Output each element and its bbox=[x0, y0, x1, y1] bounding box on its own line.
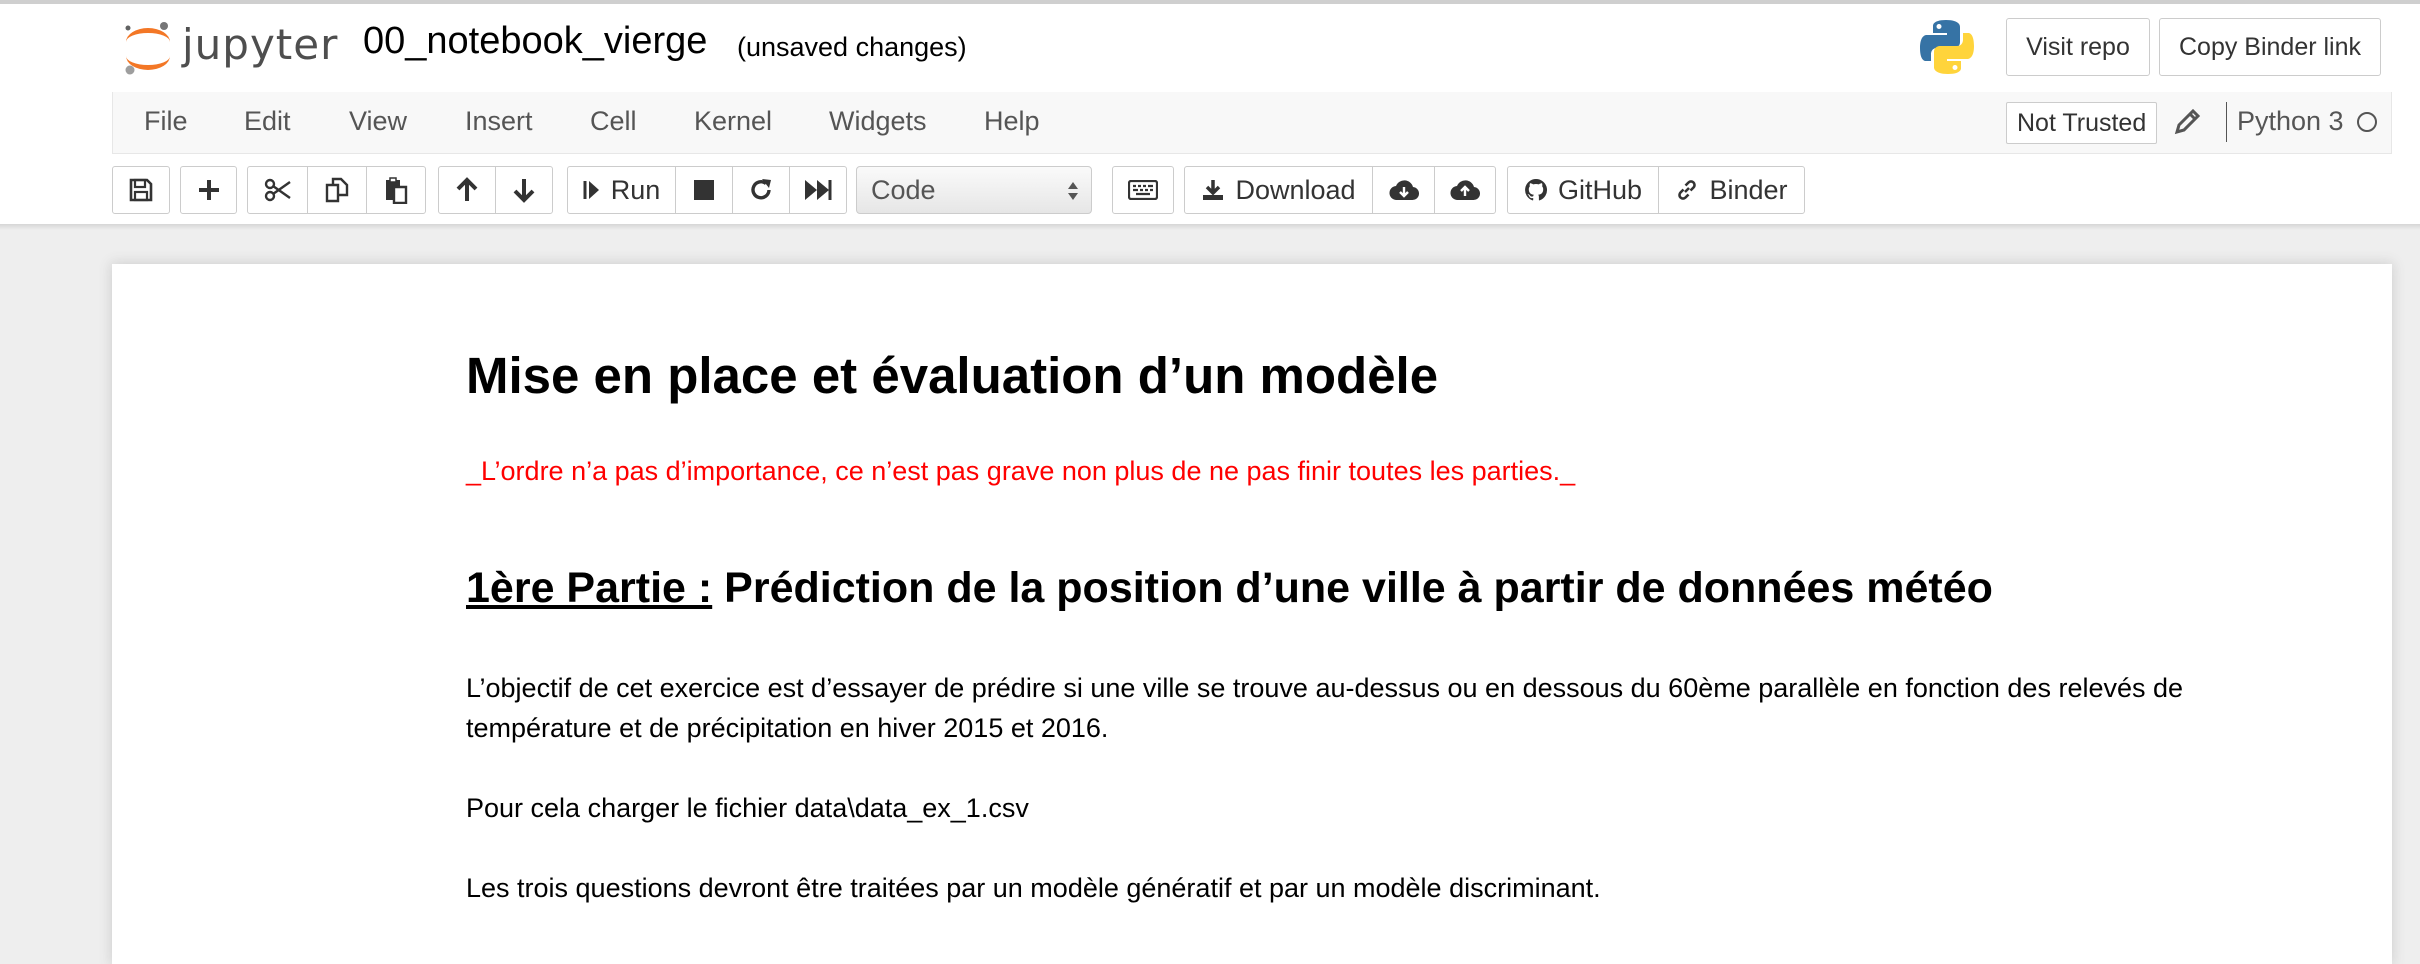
download-from-cloud-button[interactable] bbox=[1372, 166, 1435, 214]
part-1-label: 1ère Partie : bbox=[466, 564, 713, 612]
notebook-title-heading: Mise en place et évaluation d’un modèle bbox=[466, 347, 1439, 404]
models-paragraph: Les trois questions devront être traitée… bbox=[466, 873, 1601, 903]
toolbar-clipboard-group bbox=[247, 166, 426, 214]
menu-file[interactable]: File bbox=[144, 106, 188, 137]
run-button[interactable]: Run bbox=[567, 166, 676, 214]
cloud-upload-icon bbox=[1450, 180, 1480, 201]
jupyter-logo[interactable]: jupyter bbox=[120, 18, 340, 78]
github-icon bbox=[1525, 178, 1547, 201]
paste-button[interactable] bbox=[366, 166, 426, 214]
cut-button[interactable] bbox=[247, 166, 308, 214]
toolbar-links-group: GitHub Binder bbox=[1507, 166, 1805, 214]
upload-to-cloud-button[interactable] bbox=[1434, 166, 1496, 214]
visit-repo-button[interactable]: Visit repo bbox=[2006, 18, 2150, 76]
jupyter-logo-icon bbox=[125, 22, 170, 75]
binder-button[interactable]: Binder bbox=[1658, 166, 1805, 214]
kernel-name[interactable]: Python 3 bbox=[2237, 106, 2344, 137]
notebook-page[interactable]: Mise en place et évaluation d’un modèle … bbox=[112, 264, 2392, 964]
data-file-paragraph: Pour cela charger le fichier data\data_e… bbox=[466, 793, 1029, 823]
copy-icon bbox=[325, 177, 349, 203]
github-button-label: GitHub bbox=[1557, 174, 1643, 205]
menu-widgets[interactable]: Widgets bbox=[829, 106, 927, 137]
notebook-note: _L’ordre n’a pas d’importance, ce n’est … bbox=[466, 456, 1576, 486]
command-palette-button[interactable] bbox=[1112, 166, 1174, 214]
toolbar-move-group bbox=[438, 166, 553, 214]
menubar: File Edit View Insert Cell Kernel Widget… bbox=[112, 92, 2392, 154]
menu-insert[interactable]: Insert bbox=[465, 106, 533, 137]
notebook-header: jupyter 00_notebook_vierge (unsaved chan… bbox=[0, 0, 2420, 92]
github-button[interactable]: GitHub bbox=[1507, 166, 1659, 214]
jupyter-logo-text: jupyter bbox=[182, 20, 339, 69]
cell-type-value: Code bbox=[871, 175, 936, 205]
menu-help[interactable]: Help bbox=[984, 106, 1040, 137]
python-logo bbox=[1920, 20, 1974, 74]
plus-icon bbox=[198, 180, 219, 200]
interrupt-kernel-button[interactable] bbox=[675, 166, 733, 214]
menu-view[interactable]: View bbox=[349, 106, 407, 137]
binder-button-label: Binder bbox=[1709, 174, 1788, 205]
part-1-heading: 1ère Partie : Prédiction de la position … bbox=[466, 564, 2332, 613]
move-up-button[interactable] bbox=[438, 166, 496, 214]
kernel-separator bbox=[2226, 102, 2227, 142]
menu-edit[interactable]: Edit bbox=[244, 106, 291, 137]
refresh-icon bbox=[751, 179, 771, 200]
toolbar-save-group bbox=[112, 166, 170, 214]
keyboard-icon bbox=[1128, 180, 1158, 200]
menu-kernel[interactable]: Kernel bbox=[694, 106, 772, 137]
part-1-title: Prédiction de la position d’une ville à … bbox=[712, 564, 1993, 612]
copy-binder-link-button[interactable]: Copy Binder link bbox=[2159, 18, 2381, 76]
kernel-idle-icon bbox=[2357, 112, 2377, 132]
arrow-down-icon bbox=[513, 179, 535, 203]
link-icon bbox=[1678, 180, 1697, 200]
cell-type-select[interactable]: Code bbox=[856, 166, 1092, 214]
toolbar-download-group: Download bbox=[1184, 166, 1496, 214]
cut-icon bbox=[264, 178, 291, 202]
select-arrows-icon bbox=[1068, 182, 1078, 200]
arrow-up-icon bbox=[456, 177, 478, 201]
copy-button[interactable] bbox=[307, 166, 367, 214]
step-forward-icon bbox=[583, 181, 599, 199]
save-icon bbox=[129, 178, 153, 202]
paste-icon bbox=[386, 177, 408, 204]
toolbar-keyboard-group bbox=[1112, 166, 1174, 214]
run-button-label: Run bbox=[610, 174, 661, 205]
restart-kernel-button[interactable] bbox=[732, 166, 790, 214]
move-down-button[interactable] bbox=[495, 166, 553, 214]
notebook-name[interactable]: 00_notebook_vierge bbox=[363, 20, 707, 63]
download-button-label: Download bbox=[1235, 174, 1356, 205]
exercise-objective-paragraph: L’objectif de cet exercice est d’essayer… bbox=[466, 673, 2184, 743]
fast-forward-icon bbox=[805, 180, 832, 200]
trust-indicator[interactable]: Not Trusted bbox=[2006, 102, 2158, 144]
header-shadow bbox=[0, 224, 2420, 230]
save-button[interactable] bbox=[112, 166, 170, 214]
download-button[interactable]: Download bbox=[1184, 166, 1373, 214]
pencil-icon[interactable] bbox=[2173, 106, 2203, 136]
toolbar-run-group: Run bbox=[567, 166, 847, 214]
toolbar-insert-group bbox=[180, 166, 237, 214]
menu-cell[interactable]: Cell bbox=[590, 106, 637, 137]
stop-icon bbox=[694, 180, 714, 200]
download-icon bbox=[1203, 180, 1224, 200]
save-status: (unsaved changes) bbox=[737, 32, 967, 62]
insert-cell-button[interactable] bbox=[180, 166, 237, 214]
cloud-download-icon bbox=[1389, 180, 1419, 201]
restart-run-all-button[interactable] bbox=[789, 166, 847, 214]
